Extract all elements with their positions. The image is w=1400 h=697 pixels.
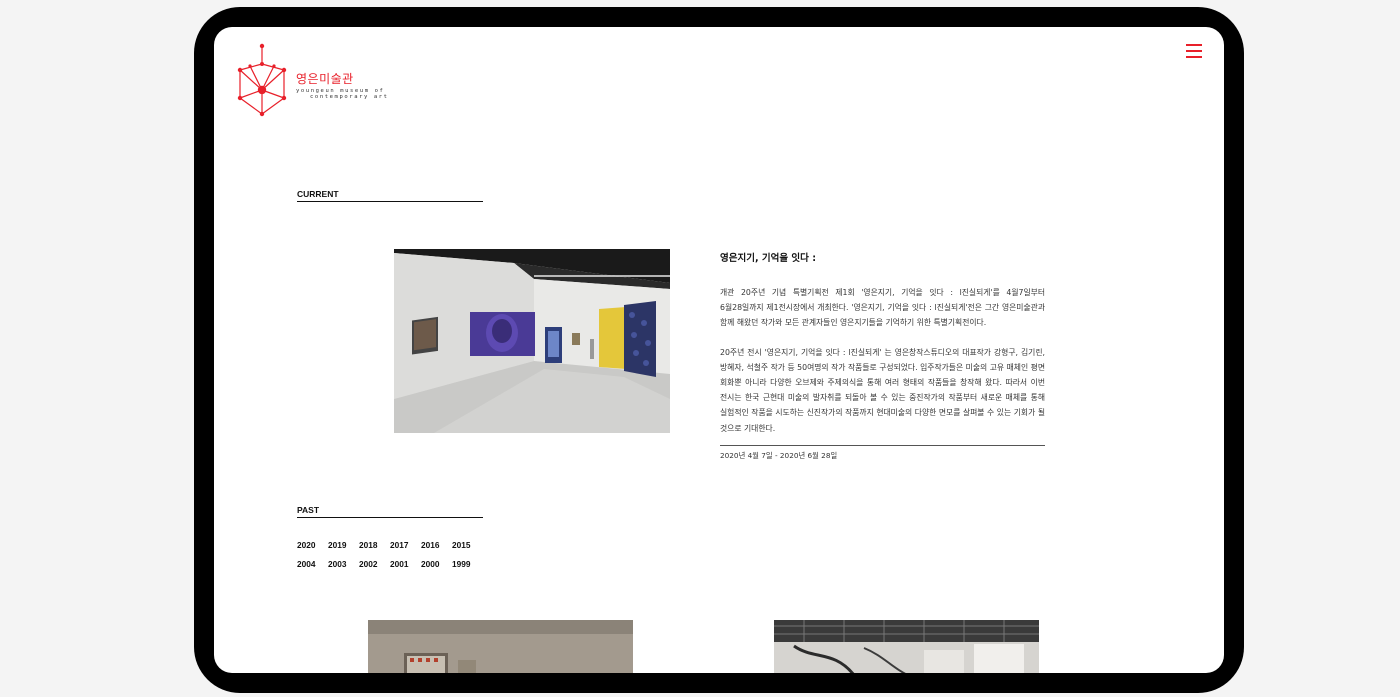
logo-korean-name: 영은미술관: [296, 72, 354, 86]
year-link[interactable]: 2001: [390, 559, 421, 569]
years-row-older: 2004 2003 2002 2001 2000 1999: [297, 552, 497, 571]
year-link[interactable]: 2018: [359, 540, 390, 550]
year-link[interactable]: 2003: [328, 559, 359, 569]
year-link[interactable]: 2017: [390, 540, 421, 550]
past-exhibition-thumbnail[interactable]: [774, 620, 1039, 673]
year-link[interactable]: 2000: [421, 559, 452, 569]
current-exhibition-photo[interactable]: [394, 249, 670, 433]
current-section-heading: CURRENT: [297, 189, 483, 202]
gallery-thumbnail-image: [774, 620, 1039, 673]
past-section-heading: PAST: [297, 505, 483, 518]
year-link[interactable]: 2015: [452, 540, 483, 550]
exhibition-title[interactable]: 영은지기, 기억을 잇다 :: [720, 250, 1045, 264]
logo-english-name: youngeun museum of contemporary art: [296, 88, 389, 100]
years-row-recent: 2020 2019 2018 2017 2016 2015: [297, 533, 497, 552]
site-logo[interactable]: 영은미술관 youngeun museum of contemporary ar…: [236, 42, 436, 122]
year-link[interactable]: 2016: [421, 540, 452, 550]
current-exhibition-info: 영은지기, 기억을 잇다 : 개관 20주년 기념 특별기획전 제1회 '영은지…: [720, 250, 1045, 461]
year-link[interactable]: 2002: [359, 559, 390, 569]
museum-logo-icon: [237, 43, 287, 117]
gallery-photo-image: [394, 249, 670, 433]
exhibition-date: 2020년 4월 7일 - 2020년 6월 28일: [720, 450, 838, 460]
hamburger-menu-icon[interactable]: [1186, 44, 1202, 59]
year-link[interactable]: 2019: [328, 540, 359, 550]
gallery-thumbnail-image: [368, 620, 633, 673]
past-years-list: 2020 2019 2018 2017 2016 2015 2004 2003 2002 200…: [297, 533, 497, 571]
exhibition-description-1: 개관 20주년 기념 특별기획전 제1회 '영은지기, 기억을 잇다 : l진실…: [720, 288, 1045, 328]
tablet-screen: 영은미술관 youngeun museum of contemporary ar…: [214, 27, 1224, 673]
exhibition-description-2: 20주년 전시 '영은지기, 기억을 잇다 : l진실되게' 는 영은창작스튜디…: [720, 347, 1045, 433]
past-exhibition-thumbnail[interactable]: [368, 620, 633, 673]
exhibition-divider: [720, 444, 1045, 446]
year-link[interactable]: 1999: [452, 559, 483, 569]
year-link[interactable]: 2020: [297, 540, 328, 550]
logo-english-line2: contemporary art: [310, 93, 389, 100]
year-link[interactable]: 2004: [297, 559, 328, 569]
